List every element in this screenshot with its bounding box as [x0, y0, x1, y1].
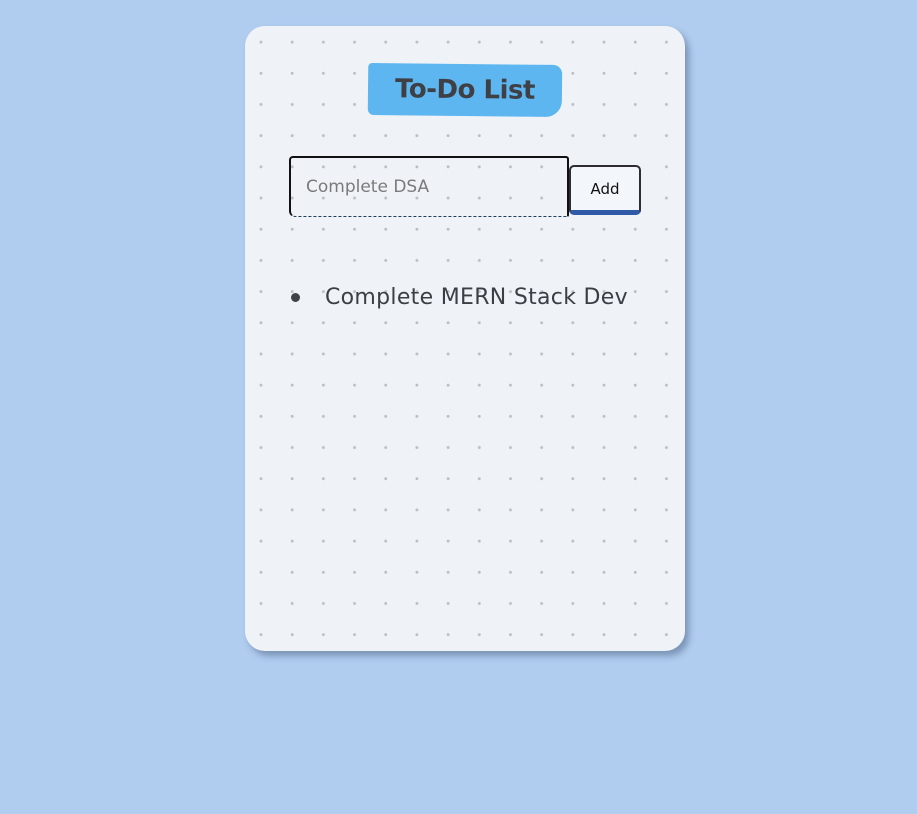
task-text: Complete MERN Stack Dev: [325, 284, 628, 310]
task-list: Complete MERN Stack Dev: [289, 277, 628, 317]
list-item[interactable]: Complete MERN Stack Dev: [289, 277, 628, 317]
bullet-icon: [291, 292, 300, 302]
add-button[interactable]: Add: [569, 165, 641, 215]
todo-card: To-Do List Add Complete MERN Stack Dev: [245, 26, 685, 651]
app-title: To-Do List: [367, 62, 563, 118]
task-input[interactable]: [289, 156, 569, 217]
